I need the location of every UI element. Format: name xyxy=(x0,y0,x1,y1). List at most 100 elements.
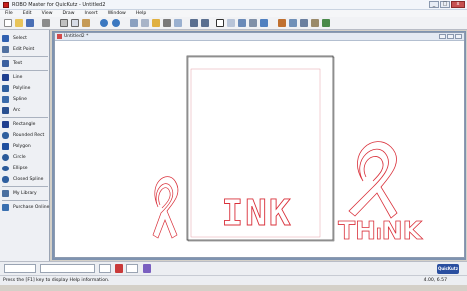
sidebar-item-polyline[interactable]: Polyline xyxy=(2,83,48,93)
select-tool-icon[interactable] xyxy=(130,19,138,27)
mirror-icon[interactable] xyxy=(227,19,235,27)
pen-color-icon[interactable] xyxy=(115,264,123,273)
zoom-out-icon[interactable] xyxy=(163,19,171,27)
fill-color-icon[interactable] xyxy=(143,264,151,273)
copy-icon[interactable] xyxy=(71,19,79,27)
sidebar-divider xyxy=(2,117,48,118)
doc-close-button[interactable] xyxy=(455,34,462,39)
minimize-button[interactable]: _ xyxy=(429,1,439,8)
status-field-1 xyxy=(4,264,36,273)
left-ribbon-shape[interactable] xyxy=(152,176,179,239)
sidebar-item-polygon[interactable]: Polygon xyxy=(2,141,48,151)
document-title: Untitled2 * xyxy=(64,34,89,39)
app-icon xyxy=(3,2,9,8)
menu-draw[interactable]: Draw xyxy=(58,10,80,17)
menu-window[interactable]: Window xyxy=(103,10,131,17)
sidebar-item-label: Edit Point xyxy=(13,46,35,52)
document-window: Untitled2 * INK THINK xyxy=(54,32,465,258)
sidebar-item-label: Text xyxy=(13,60,23,66)
save-icon[interactable] xyxy=(26,19,34,27)
menu-insert[interactable]: Insert xyxy=(80,10,103,17)
sidebar-item-label: Arc xyxy=(13,107,21,113)
design-canvas[interactable]: INK THINK xyxy=(55,41,464,257)
sidebar-item-closed-spline[interactable]: Closed Spline xyxy=(2,174,48,184)
undo-icon[interactable] xyxy=(100,19,108,27)
ellipse-icon xyxy=(2,165,9,171)
window-title: ROBO Master for QuicKutz - Untitled2 xyxy=(12,2,106,8)
align-icon[interactable] xyxy=(249,19,257,27)
group-icon[interactable] xyxy=(190,19,198,27)
redo-icon[interactable] xyxy=(112,19,120,27)
bottom-toolbar: QuicKutz xyxy=(0,261,467,275)
quickutz-logo: QuicKutz xyxy=(437,264,459,274)
weld-icon[interactable] xyxy=(216,19,224,27)
size-icon[interactable] xyxy=(311,19,319,27)
sidebar-item-label: My Library xyxy=(13,190,37,196)
doc-maximize-button[interactable] xyxy=(447,34,454,39)
sidebar-item-label: Rectangle xyxy=(13,121,36,127)
rotate-right-icon[interactable] xyxy=(289,19,297,27)
cut-icon[interactable] xyxy=(60,19,68,27)
text-icon xyxy=(2,59,9,67)
menu-help[interactable]: Help xyxy=(131,10,151,17)
window-bottom-edge xyxy=(0,285,467,291)
flip-icon[interactable] xyxy=(300,19,308,27)
open-icon[interactable] xyxy=(15,19,23,27)
sidebar-item-label: Purchase Online xyxy=(13,204,50,210)
sidebar-item-rectangle[interactable]: Rectangle xyxy=(2,119,48,129)
rounded-rect-icon xyxy=(2,131,9,139)
menu-bar: File Edit View Draw Insert Window Help xyxy=(0,10,467,17)
node-edit-icon[interactable] xyxy=(141,19,149,27)
sidebar-item-edit-point[interactable]: Edit Point xyxy=(2,44,48,54)
sidebar-item-select[interactable]: Select xyxy=(2,33,48,43)
title-bar: ROBO Master for QuicKutz - Untitled2 _ □… xyxy=(0,0,467,10)
sidebar-item-ellipse[interactable]: Ellipse xyxy=(2,163,48,173)
polygon-icon xyxy=(2,142,9,150)
zoom-fit-icon[interactable] xyxy=(174,19,182,27)
maximize-button[interactable]: □ xyxy=(440,1,450,8)
zoom-in-icon[interactable] xyxy=(152,19,160,27)
arc-icon xyxy=(2,106,9,114)
rotate-icon[interactable] xyxy=(238,19,246,27)
sidebar-item-label: Line xyxy=(13,74,23,80)
arrange-icon[interactable] xyxy=(260,19,268,27)
arrow-select-icon xyxy=(2,34,9,42)
print-icon[interactable] xyxy=(42,19,50,27)
sidebar-item-arc[interactable]: Arc xyxy=(2,105,48,115)
think-text[interactable]: THINK xyxy=(338,216,424,246)
sidebar-item-purchase-online[interactable]: Purchase Online xyxy=(2,202,50,212)
sidebar-item-spline[interactable]: Spline xyxy=(2,94,48,104)
menu-edit[interactable]: Edit xyxy=(18,10,37,17)
library-icon xyxy=(2,189,9,197)
menu-view[interactable]: View xyxy=(37,10,58,17)
sidebar-divider xyxy=(2,56,48,57)
sidebar-item-text[interactable]: Text xyxy=(2,58,48,68)
right-ribbon-shape[interactable] xyxy=(348,141,398,219)
draw-tools-sidebar: Select Edit Point Text Line Polyline Spl… xyxy=(0,30,50,261)
sidebar-item-label: Select xyxy=(13,35,27,41)
sidebar-item-label: Rounded Rect xyxy=(13,132,45,138)
polyline-icon xyxy=(2,84,9,92)
edit-point-icon xyxy=(2,45,9,53)
status-bar: Press the [F1] key to display Help infor… xyxy=(0,275,467,285)
rotate-left-icon[interactable] xyxy=(278,19,286,27)
cut-send-icon[interactable] xyxy=(322,19,330,27)
sidebar-item-label: Polyline xyxy=(13,85,31,91)
new-icon[interactable] xyxy=(4,19,12,27)
sidebar-item-label: Ellipse xyxy=(13,165,28,171)
sidebar-item-label: Spline xyxy=(13,96,27,102)
sidebar-item-my-library[interactable]: My Library xyxy=(2,188,48,198)
sidebar-divider xyxy=(2,200,48,201)
sidebar-item-rounded-rect[interactable]: Rounded Rect xyxy=(2,130,48,140)
close-button[interactable]: x xyxy=(451,1,465,8)
rectangle-icon xyxy=(2,120,9,128)
line-icon xyxy=(2,73,9,81)
doc-minimize-button[interactable] xyxy=(439,34,446,39)
menu-file[interactable]: File xyxy=(0,10,18,17)
sidebar-divider xyxy=(2,186,48,187)
paste-icon[interactable] xyxy=(82,19,90,27)
ungroup-icon[interactable] xyxy=(201,19,209,27)
sidebar-item-circle[interactable]: Circle xyxy=(2,152,48,162)
ink-text[interactable]: INK xyxy=(221,193,292,235)
sidebar-item-line[interactable]: Line xyxy=(2,72,48,82)
